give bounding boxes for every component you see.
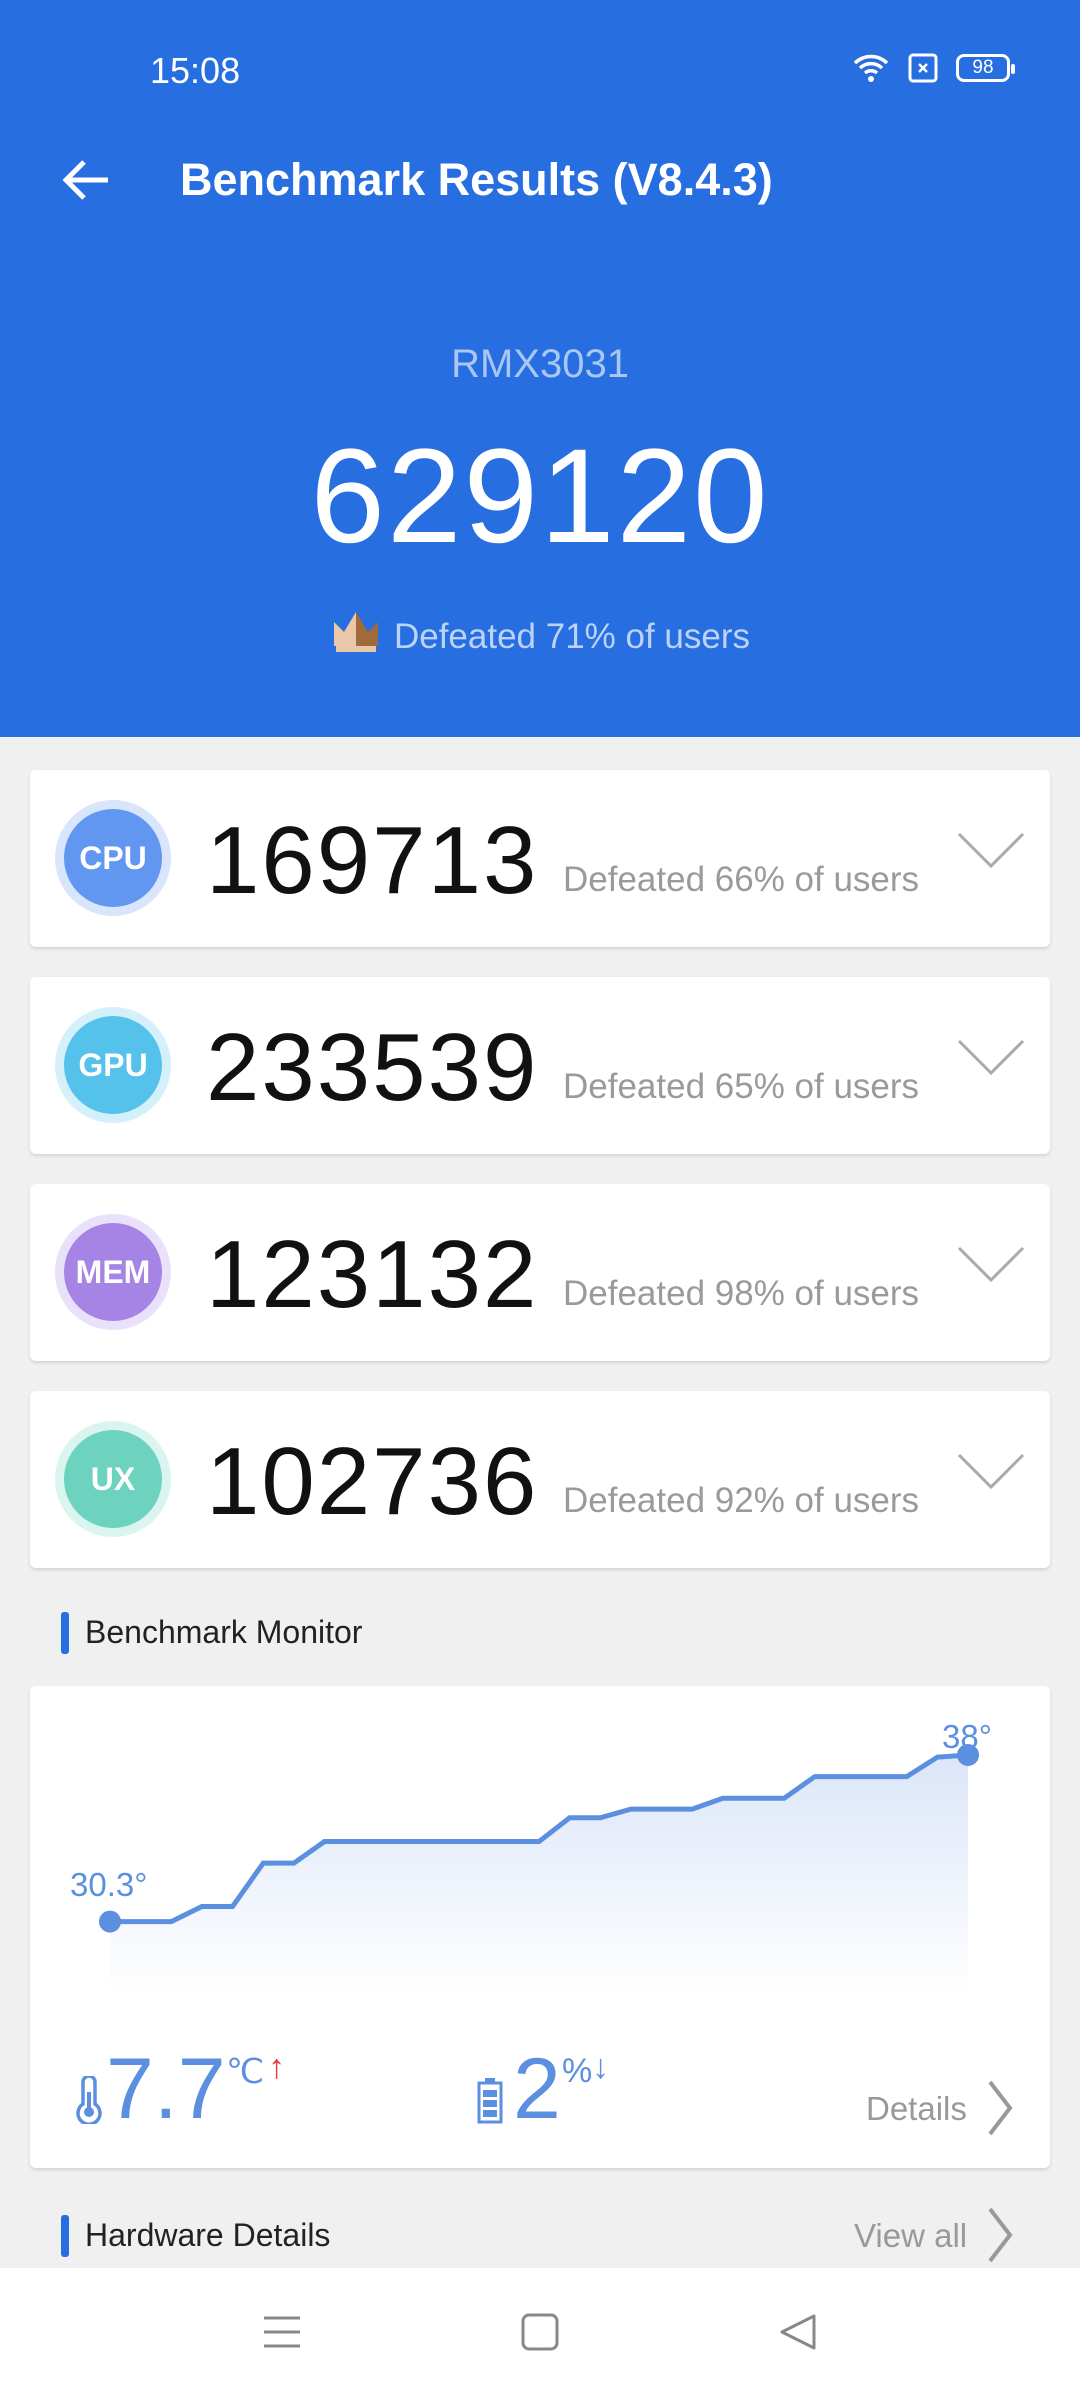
chevron-down-icon[interactable] [956,830,1026,870]
ux-score: 102736 [206,1428,539,1535]
page-title: Benchmark Results (V8.4.3) [180,154,773,205]
header: 15:08 98 Benchmark Results (V8.4.3) RMX3… [0,0,1080,737]
chevron-down-icon[interactable] [956,1037,1026,1077]
cpu-defeated: Defeated 66% of users [563,860,920,899]
total-defeated-text: Defeated 71% of users [393,617,751,656]
battery-icon: 98 [956,54,1015,82]
benchmark-monitor-card[interactable]: 30.3° 38° 7.7 ℃ ↑ 2 % ↓ Details [30,1686,1050,2168]
badge-label: GPU [64,1016,162,1114]
view-all-link[interactable]: View all [854,2217,967,2255]
back-icon[interactable] [778,2312,818,2352]
home-icon[interactable] [520,2312,560,2352]
gpu-score: 233539 [206,1014,539,1121]
badge-label: CPU [64,809,162,907]
mem-defeated: Defeated 98% of users [563,1274,920,1313]
mem-score: 123132 [206,1221,539,1328]
temp-up-arrow-icon: ↑ [268,2048,285,2086]
battery-drop-value: 2 [513,2041,561,2137]
total-defeated: Defeated 71% of users [0,610,1080,657]
gpu-defeated: Defeated 65% of users [563,1067,920,1106]
details-link[interactable]: Details [866,2090,967,2128]
status-icons: 98 [852,52,1015,84]
chevron-down-icon[interactable] [956,1451,1026,1491]
crown-icon [333,612,378,652]
cpu-score: 169713 [206,807,539,914]
end-temp-label: 38° [942,1718,992,1755]
total-score: 629120 [310,422,770,571]
score-card-mem[interactable]: MEM 123132 Defeated 98% of users [30,1184,1050,1361]
thermometer-icon [76,2076,102,2124]
navigation-bar [0,2268,1080,2400]
hardware-details-heading: Hardware Details [61,2215,330,2257]
back-arrow-icon[interactable] [56,150,116,210]
temp-rise-value: 7.7 [106,2041,226,2137]
cpu-badge: CPU [55,800,171,916]
gpu-badge: GPU [55,1007,171,1123]
device-model: RMX3031 [451,342,629,386]
mem-badge: MEM [55,1214,171,1330]
battery-level-icon [477,2078,503,2124]
benchmark-monitor-heading: Benchmark Monitor [61,1612,362,1654]
score-card-ux[interactable]: UX 102736 Defeated 92% of users [30,1391,1050,1568]
status-time: 15:08 [150,50,241,91]
score-card-gpu[interactable]: GPU 233539 Defeated 65% of users [30,977,1050,1154]
start-temp-label: 30.3° [70,1866,148,1903]
start-point [99,1910,121,1933]
badge-label: UX [64,1430,162,1528]
wifi-icon [853,54,889,82]
ux-badge: UX [55,1421,171,1537]
chevron-right-icon[interactable] [985,2205,1015,2265]
battery-down-arrow-icon: ↓ [592,2048,609,2086]
badge-label: MEM [64,1223,162,1321]
chevron-down-icon[interactable] [956,1244,1026,1284]
score-card-cpu[interactable]: CPU 169713 Defeated 66% of users [30,770,1050,947]
temperature-chart [99,1744,979,1996]
sim-x-icon [908,53,938,83]
ux-defeated: Defeated 92% of users [563,1481,920,1520]
chevron-right-icon[interactable] [985,2078,1015,2138]
chart-area [110,1755,968,1996]
battery-unit: % [562,2052,593,2090]
menu-icon[interactable] [262,2312,302,2352]
temp-unit: ℃ [226,2053,265,2091]
